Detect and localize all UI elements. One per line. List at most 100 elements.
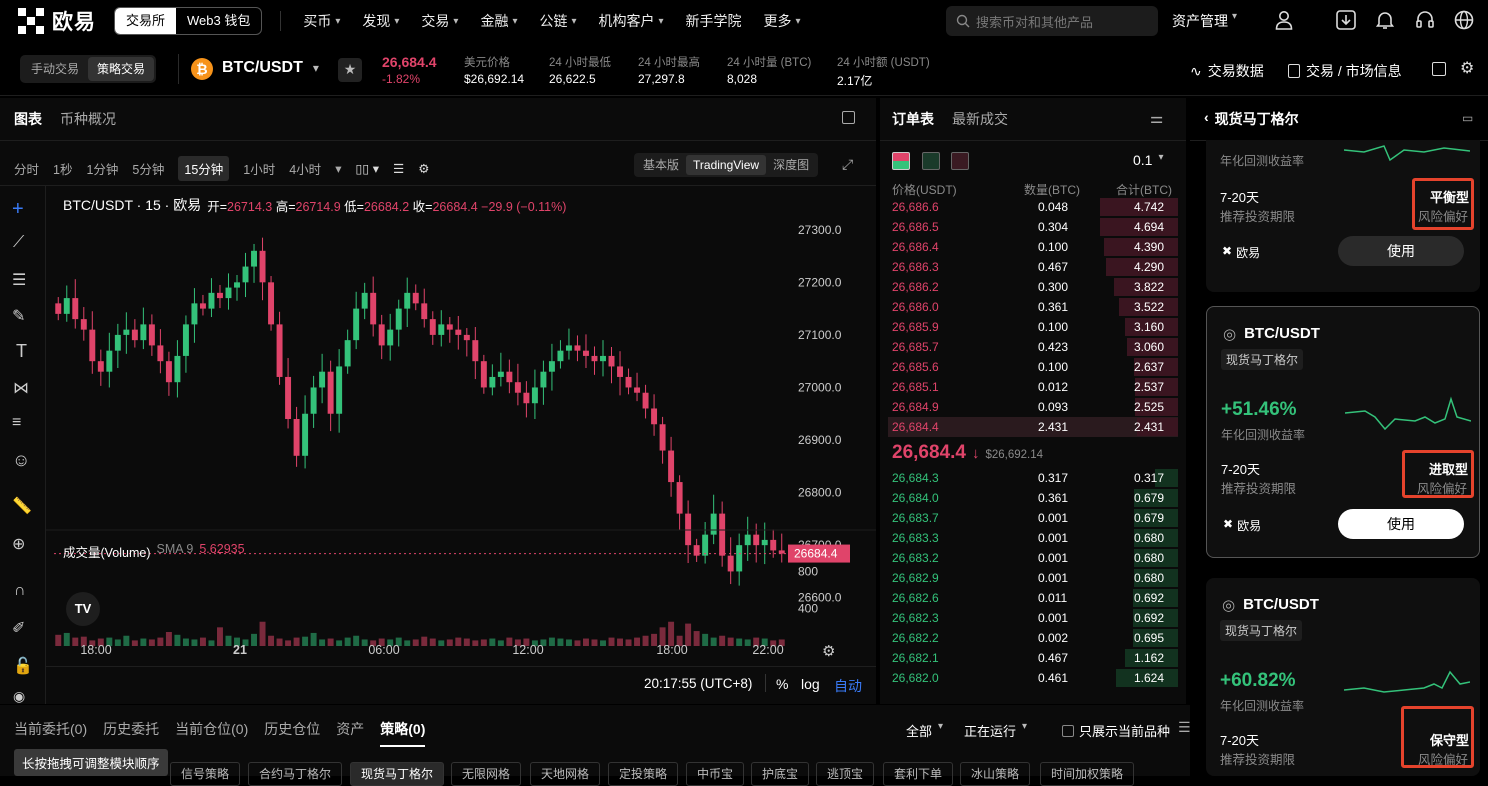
settings-gear-icon[interactable]: ⚙	[1460, 58, 1474, 78]
bid-row[interactable]: 26,683.2 0.001 0.680	[888, 548, 1178, 568]
only-current-checkbox[interactable]: 只展示当前品种	[1062, 721, 1170, 740]
time-axis-settings-icon[interactable]: ⚙	[822, 642, 835, 660]
horizontal-lines-icon[interactable]: ☰	[12, 270, 26, 290]
strategy-filter-futures-martingale[interactable]: 合约马丁格尔	[248, 762, 343, 786]
ask-row[interactable]: 26,685.9 0.100 3.160	[888, 317, 1178, 337]
tab-manual-trading[interactable]: 手动交易	[22, 57, 88, 81]
tab-strategy-trading[interactable]: 策略交易	[88, 57, 155, 81]
percent-scale-toggle[interactable]: %	[776, 676, 788, 692]
tab-strategies[interactable]: 策略(0)	[380, 719, 426, 747]
ask-row[interactable]: 26,686.2 0.300 3.822	[888, 277, 1178, 297]
eye-icon[interactable]: ◉	[13, 688, 25, 705]
ask-row[interactable]: 26,686.4 0.100 4.390	[888, 237, 1178, 257]
interval-5m[interactable]: 5分钟	[132, 159, 164, 178]
strategy-filter-grid[interactable]: 天地网格	[530, 762, 601, 786]
tab-chart[interactable]: 图表	[14, 109, 42, 129]
layout-icon[interactable]	[1432, 62, 1446, 76]
interval-15m[interactable]: 15分钟	[178, 156, 230, 181]
fib-icon[interactable]: ≡	[12, 414, 21, 432]
asset-management-menu[interactable]: 资产管理 ▾	[1172, 11, 1237, 31]
magnet-icon[interactable]: ∩	[14, 582, 26, 600]
tab-assets[interactable]: 资产	[336, 719, 364, 747]
ask-row[interactable]: 26,686.3 0.467 4.290	[888, 257, 1178, 277]
globe-icon[interactable]	[1452, 8, 1476, 32]
headset-icon[interactable]	[1413, 8, 1437, 32]
strategy-back-header[interactable]: ‹ 现货马丁格尔	[1204, 109, 1299, 129]
bid-row[interactable]: 26,684.0 0.361 0.679	[888, 488, 1178, 508]
indicator-icon[interactable]: ☰	[393, 161, 404, 176]
chevron-down-icon[interactable]: ▾	[335, 161, 341, 176]
pair-selector[interactable]: BTC/USDT ▾	[222, 59, 319, 77]
nav-chain[interactable]: 公链 ▾	[539, 11, 576, 31]
view-tradingview[interactable]: TradingView	[686, 155, 767, 175]
interval-tick[interactable]: 分时	[14, 159, 39, 178]
panel-layout-icon[interactable]	[842, 111, 855, 124]
strategy-filter-top-escape[interactable]: 逃顶宝	[816, 762, 875, 786]
ask-row[interactable]: 26,684.4 2.431 2.431	[888, 417, 1178, 437]
nav-trade[interactable]: 交易 ▾	[421, 11, 458, 31]
interval-1m[interactable]: 1分钟	[86, 159, 118, 178]
use-strategy-button[interactable]: 使用	[1338, 236, 1464, 266]
tab-order-history[interactable]: 历史委托	[103, 719, 159, 747]
okx-logo[interactable]: 欧易	[18, 6, 96, 36]
lock-icon[interactable]: 🔓	[13, 656, 33, 676]
view-depth[interactable]: 深度图	[766, 155, 816, 175]
use-strategy-button[interactable]: 使用	[1338, 509, 1464, 539]
download-icon[interactable]	[1334, 8, 1358, 32]
nav-buy-crypto[interactable]: 买币 ▾	[303, 11, 340, 31]
ask-row[interactable]: 26,684.9 0.093 2.525	[888, 397, 1178, 417]
ask-row[interactable]: 26,686.0 0.361 3.522	[888, 297, 1178, 317]
tab-web3-wallet[interactable]: Web3 钱包	[176, 8, 261, 34]
candle-type-icon[interactable]: ▯▯ ▾	[355, 161, 379, 176]
market-info-link[interactable]: 交易 / 市场信息	[1288, 61, 1402, 81]
nav-institutional[interactable]: 机构客户 ▾	[599, 11, 664, 31]
pattern-icon[interactable]: ⋈	[13, 378, 29, 398]
crosshair-icon[interactable]: +	[12, 198, 24, 221]
strategy-filter-iceberg[interactable]: 冰山策略	[960, 762, 1031, 786]
fullscreen-icon[interactable]: ⤢	[842, 156, 853, 173]
bid-row[interactable]: 26,682.6 0.011 0.692	[888, 588, 1178, 608]
strategy-filter-spot-martingale[interactable]: 现货马丁格尔	[350, 762, 445, 786]
candlestick-chart[interactable]: 27300.0 27200.0 27100.0 27000.0 26900.0 26800…	[46, 186, 876, 704]
strategy-filter-zhongbibao[interactable]: 中币宝	[686, 762, 745, 786]
strategy-card-aggressive[interactable]: ◎ BTC/USDT 现货马丁格尔 +51.46% 年化回测收益率 7-20天 推…	[1206, 306, 1480, 558]
more-menu-icon[interactable]: ☰	[1178, 719, 1191, 736]
tradingview-logo-icon[interactable]: TV	[66, 592, 100, 626]
book-icon[interactable]: ▭	[1462, 111, 1473, 125]
strategy-filter-infinity-grid[interactable]: 无限网格	[451, 762, 522, 786]
nav-more[interactable]: 更多 ▾	[764, 11, 801, 31]
bid-row[interactable]: 26,683.7 0.001 0.679	[888, 508, 1178, 528]
ask-row[interactable]: 26,685.6 0.100 2.637	[888, 357, 1178, 377]
ruler-icon[interactable]: 📏	[12, 496, 32, 516]
trade-data-link[interactable]: ∿ 交易数据	[1190, 61, 1264, 81]
auto-scale-toggle[interactable]: 自动	[834, 676, 862, 696]
tab-open-orders[interactable]: 当前委托(0)	[14, 719, 87, 747]
view-basic[interactable]: 基本版	[636, 155, 686, 175]
text-tool-icon[interactable]: T	[16, 341, 27, 362]
trendline-icon[interactable]: ⟋	[13, 234, 24, 252]
emoji-icon[interactable]: ☺	[12, 450, 30, 471]
ask-row[interactable]: 26,685.7 0.423 3.060	[888, 337, 1178, 357]
strategy-filter-dca[interactable]: 定投策略	[608, 762, 679, 786]
nav-finance[interactable]: 金融 ▾	[480, 11, 517, 31]
bid-row[interactable]: 26,682.2 0.002 0.695	[888, 628, 1178, 648]
bell-icon[interactable]	[1373, 8, 1397, 32]
ask-row[interactable]: 26,686.6 0.048 4.742	[888, 197, 1178, 217]
tab-coin-overview[interactable]: 币种概况	[60, 109, 116, 129]
chart-settings-icon[interactable]: ⚙	[418, 161, 429, 176]
tab-exchange[interactable]: 交易所	[115, 8, 177, 34]
filter-all-dropdown[interactable]: 全部 ▾	[906, 721, 943, 740]
bid-row[interactable]: 26,684.3 0.317 0.317	[888, 468, 1178, 488]
brush-icon[interactable]: ✎	[12, 306, 25, 326]
interval-4h[interactable]: 4小时	[289, 159, 321, 178]
log-scale-toggle[interactable]: log	[801, 676, 820, 692]
nav-academy[interactable]: 新手学院	[686, 11, 742, 31]
bid-row[interactable]: 26,683.3 0.001 0.680	[888, 528, 1178, 548]
strategy-filter-arbitrage[interactable]: 套利下单	[883, 762, 954, 786]
ask-row[interactable]: 26,686.5 0.304 4.694	[888, 217, 1178, 237]
tab-position-history[interactable]: 历史仓位	[264, 719, 320, 747]
strategy-filter-signal[interactable]: 信号策略	[170, 762, 241, 786]
interval-1s[interactable]: 1秒	[53, 159, 72, 178]
bid-row[interactable]: 26,682.1 0.467 1.162	[888, 648, 1178, 668]
filter-running-dropdown[interactable]: 正在运行 ▾	[964, 721, 1027, 740]
